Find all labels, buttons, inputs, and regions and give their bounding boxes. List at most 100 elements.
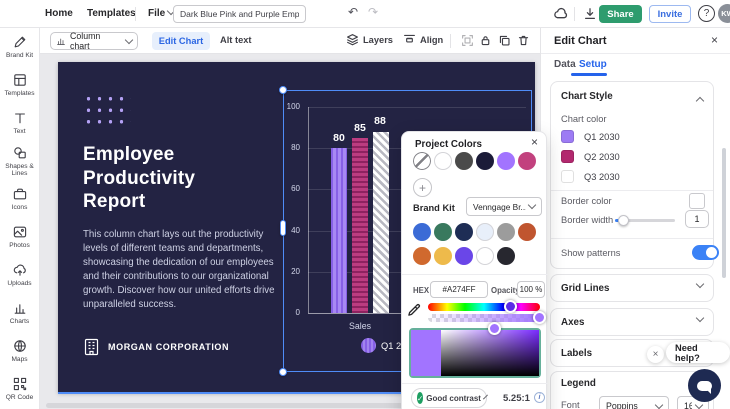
brand-logo[interactable]: MORGAN CORPORATION (83, 338, 229, 356)
panel-scrollbar[interactable] (722, 148, 726, 278)
brand-swatch-charcoal[interactable] (497, 247, 515, 265)
selection-handle-mid-left[interactable] (280, 220, 286, 236)
column-chart-icon (57, 38, 65, 45)
brand-swatch-light-blue[interactable] (476, 223, 494, 241)
nav-templates[interactable]: Templates (87, 8, 136, 19)
sidebar-item-uploads[interactable]: Uploads (0, 256, 39, 294)
sidebar-item-templates[interactable]: Templates (0, 66, 39, 104)
eyedropper-icon[interactable] (407, 302, 422, 317)
alt-text-button[interactable]: Alt text (220, 35, 252, 45)
font-size-value: 16 (684, 401, 692, 409)
sidebar-item-icons[interactable]: Icons (0, 180, 39, 218)
nav-home[interactable]: Home (45, 8, 73, 19)
canvas-title[interactable]: Employee Productivity Report (83, 143, 195, 214)
opacity-slider[interactable] (428, 314, 540, 322)
selection-handle-bottom-left[interactable] (279, 368, 287, 376)
help-icon[interactable]: ? (698, 5, 715, 22)
brand-swatch-gray[interactable] (497, 223, 515, 241)
dismiss-help-icon[interactable]: × (647, 346, 664, 363)
canvas-paragraph[interactable]: This column chart lays out the productiv… (83, 228, 283, 312)
chart-style-header[interactable]: Chart Style (561, 91, 613, 102)
brand-kit-select[interactable]: Venngage Br... (466, 197, 542, 216)
border-width-slider-thumb[interactable] (618, 215, 629, 226)
series-color-q2[interactable]: Q2 2030 (561, 150, 620, 163)
close-icon[interactable]: × (711, 33, 718, 47)
brand-swatch-white[interactable] (476, 247, 494, 265)
series-swatch[interactable] (561, 130, 574, 143)
sidebar-item-shapes-lines[interactable]: Shapes & Lines (0, 142, 39, 180)
lock-icon[interactable] (479, 34, 492, 47)
edit-chart-button[interactable]: Edit Chart (152, 32, 210, 50)
brand-swatch-rust[interactable] (518, 223, 536, 241)
swatch-navy[interactable] (476, 152, 494, 170)
brand-swatch-blue[interactable] (413, 223, 431, 241)
info-icon[interactable]: i (534, 392, 545, 403)
close-icon[interactable]: × (531, 135, 538, 149)
layers-button[interactable]: Layers (346, 33, 393, 46)
hue-slider[interactable] (428, 303, 540, 311)
sidebar-item-photos[interactable]: Photos (0, 218, 39, 256)
border-width-input[interactable] (685, 210, 709, 228)
brand-swatch-navy[interactable] (455, 223, 473, 241)
chat-widget-button[interactable] (688, 369, 721, 402)
series-color-q3[interactable]: Q3 2030 (561, 170, 620, 183)
swatch-white[interactable] (434, 152, 452, 170)
invite-button[interactable]: Invite (649, 5, 691, 23)
avatar[interactable]: KW (718, 4, 730, 23)
align-button[interactable]: Align (403, 33, 443, 46)
hex-input[interactable] (430, 281, 488, 298)
brand-swatch-green[interactable] (434, 223, 452, 241)
frame-icon[interactable] (461, 34, 474, 47)
selection-handle-top-left[interactable] (279, 86, 287, 94)
building-icon (84, 338, 99, 356)
delete-icon[interactable] (517, 34, 530, 47)
document-title-input[interactable] (173, 5, 306, 23)
border-width-label: Border width (561, 215, 614, 225)
sidebar-item-text[interactable]: Text (0, 104, 39, 142)
color-picker-thumb[interactable] (488, 322, 501, 335)
contrast-badge[interactable]: ✓ Good contrast (411, 388, 488, 408)
border-color-swatch[interactable] (689, 193, 705, 209)
divider (402, 383, 548, 384)
brand-swatch-orange[interactable] (413, 247, 431, 265)
undo-icon[interactable]: ↶ (348, 5, 358, 19)
sidebar-item-charts[interactable]: Charts (0, 294, 39, 332)
hue-slider-thumb[interactable] (504, 300, 517, 313)
add-color-button[interactable]: + (413, 178, 432, 197)
download-icon[interactable] (583, 7, 597, 21)
sidebar-item-label: Charts (9, 318, 30, 326)
opacity-slider-thumb[interactable] (533, 311, 546, 324)
swatch-purple[interactable] (497, 152, 515, 170)
saturation-brightness-picker[interactable] (409, 328, 541, 378)
globe-icon (13, 340, 26, 353)
series-color-q1[interactable]: Q1 2030 (561, 130, 620, 143)
series-swatch[interactable] (561, 150, 574, 163)
axes-card[interactable]: Axes (550, 308, 714, 336)
duplicate-icon[interactable] (498, 34, 511, 47)
sidebar-item-label: Icons (11, 204, 28, 212)
series-swatch[interactable] (561, 170, 574, 183)
cloud-sync-icon[interactable] (553, 7, 568, 20)
brand-swatch-violet[interactable] (455, 247, 473, 265)
font-family-select[interactable]: Poppins (599, 396, 669, 409)
file-menu[interactable]: File (148, 8, 165, 19)
grid-lines-card[interactable]: Grid Lines (550, 274, 714, 302)
brand-swatch-yellow[interactable] (434, 247, 452, 265)
sidebar-item-qr-code[interactable]: QR Code (0, 370, 39, 408)
chart-type-select[interactable]: Column chart (50, 31, 138, 51)
divider (135, 7, 136, 21)
show-patterns-toggle[interactable] (692, 245, 719, 260)
swatch-dark-gray[interactable] (455, 152, 473, 170)
template-grid-icon (13, 74, 26, 87)
swatch-pink[interactable] (518, 152, 536, 170)
tab-data[interactable]: Data (554, 59, 576, 70)
sidebar-item-brand-kit[interactable]: Brand Kit (0, 28, 39, 66)
opacity-input[interactable] (517, 281, 545, 298)
tab-setup[interactable]: Setup (579, 59, 607, 70)
sidebar-item-maps[interactable]: Maps (0, 332, 39, 370)
need-help-tooltip[interactable]: Need help? (666, 342, 730, 363)
swatch-none[interactable] (413, 152, 431, 170)
share-button[interactable]: Share (599, 5, 642, 23)
redo-icon[interactable]: ↷ (368, 5, 378, 19)
chevron-up-icon[interactable] (695, 96, 705, 106)
